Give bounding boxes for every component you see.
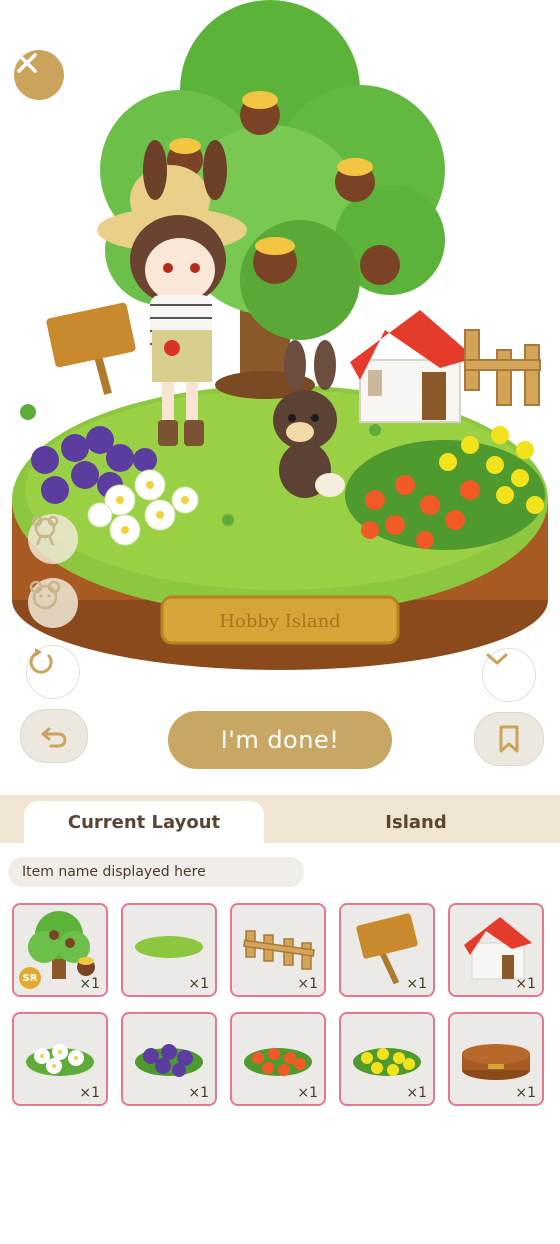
inventory-slot-chestnut-tree[interactable]: SR ×1: [12, 903, 108, 997]
collapse-button[interactable]: [482, 648, 536, 702]
island-scene: Hobby Island: [0, 0, 560, 790]
item-quantity: ×1: [406, 976, 427, 992]
bookmark-icon: [499, 725, 519, 753]
inventory-slot-wooden-fence[interactable]: ×1: [230, 903, 326, 997]
rarity-badge: SR: [19, 967, 41, 989]
tab-current-layout[interactable]: Current Layout: [24, 801, 264, 843]
item-quantity: ×1: [188, 1085, 209, 1101]
item-quantity: ×1: [188, 976, 209, 992]
inventory-slot-white-flowers[interactable]: ×1: [12, 1012, 108, 1106]
item-quantity: ×1: [297, 1085, 318, 1101]
inventory-slot-orange-flowers[interactable]: ×1: [230, 1012, 326, 1106]
island-illustration: Hobby Island: [12, 0, 548, 670]
close-button[interactable]: [14, 50, 64, 100]
layout-tabs: Current Layout Island: [0, 795, 560, 843]
pet-toggle-button[interactable]: [28, 578, 78, 628]
rotate-icon: [29, 648, 53, 674]
character-icon: [31, 515, 59, 546]
item-quantity: ×1: [515, 1085, 536, 1101]
item-name-display: Item name displayed here: [8, 857, 304, 887]
undo-button[interactable]: [20, 709, 88, 763]
close-icon: [17, 53, 37, 73]
tab-island[interactable]: Island: [296, 801, 536, 843]
bookmark-button[interactable]: [474, 712, 544, 766]
inventory-slot-island-base[interactable]: ×1: [448, 1012, 544, 1106]
chevron-down-icon: [486, 653, 508, 665]
item-quantity: ×1: [406, 1085, 427, 1101]
inventory-slot-purple-flowers[interactable]: ×1: [121, 1012, 217, 1106]
character-toggle-button[interactable]: [28, 514, 78, 564]
inventory-slot-wooden-sign[interactable]: ×1: [339, 903, 435, 997]
done-button[interactable]: I'm done!: [168, 711, 392, 769]
inventory-slot-yellow-flowers[interactable]: ×1: [339, 1012, 435, 1106]
plaque-text: Hobby Island: [219, 611, 340, 632]
item-quantity: ×1: [515, 976, 536, 992]
item-quantity: ×1: [79, 976, 100, 992]
undo-icon: [41, 727, 67, 748]
pet-icon: [29, 580, 61, 610]
item-quantity: ×1: [79, 1085, 100, 1101]
rotate-button[interactable]: [26, 645, 80, 699]
inventory-slot-red-roof-house[interactable]: ×1: [448, 903, 544, 997]
inventory-slot-grass-patch[interactable]: ×1: [121, 903, 217, 997]
item-quantity: ×1: [297, 976, 318, 992]
